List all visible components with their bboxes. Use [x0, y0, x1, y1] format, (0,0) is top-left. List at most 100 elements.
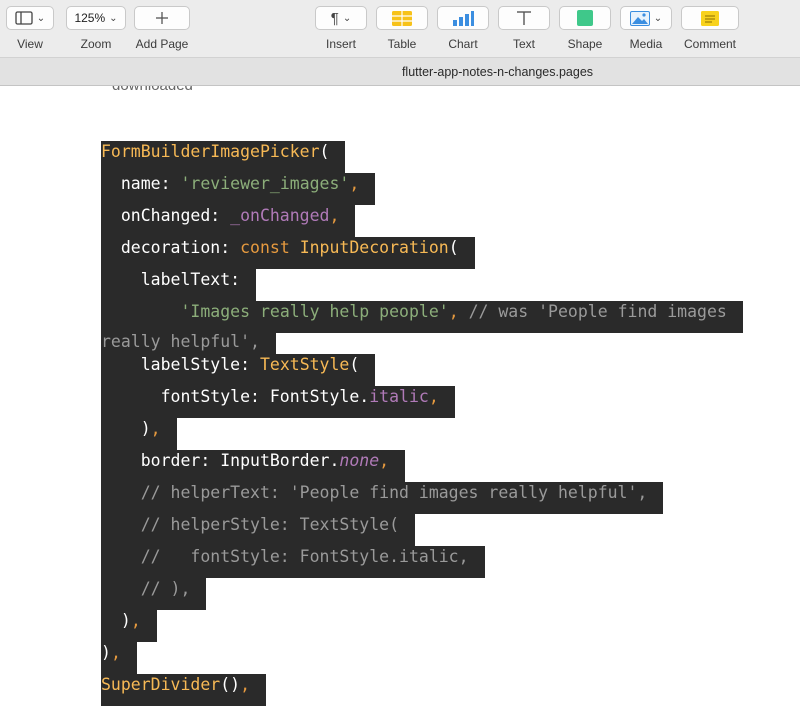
code-line: // ), [101, 578, 743, 610]
code-token: SuperDivider [101, 675, 221, 694]
comment-tool[interactable]: Comment [681, 6, 739, 51]
code-token: ( [319, 142, 330, 161]
code-token: italic [369, 387, 429, 406]
code-token: , [110, 643, 121, 662]
code-token: // was 'People find images [458, 302, 727, 321]
code-token: , [448, 302, 459, 321]
code-token: ) [101, 643, 111, 662]
text-icon [517, 11, 531, 25]
code-line: // helperStyle: TextStyle( [101, 514, 743, 546]
code-token: border: InputBorder. [101, 451, 340, 470]
code-line: labelStyle: TextStyle( [101, 354, 743, 386]
text-tool[interactable]: Text [498, 6, 550, 51]
shape-tool[interactable]: Shape [559, 6, 611, 51]
plus-icon [156, 12, 168, 24]
code-token: , [240, 675, 251, 694]
image-icon [629, 10, 650, 26]
media-button[interactable]: ⌄ [620, 6, 672, 30]
document-canvas[interactable]: downloaded FormBuilderImagePicker( name:… [0, 86, 800, 719]
insert-button[interactable]: ¶ ⌄ [315, 6, 367, 30]
code-token: , [150, 419, 161, 438]
comment-button[interactable] [681, 6, 739, 30]
shape-icon [577, 10, 593, 26]
code-token: ) [101, 419, 151, 438]
code-block[interactable]: FormBuilderImagePicker( name: 'reviewer_… [101, 141, 743, 706]
code-token: () [220, 675, 241, 694]
chevron-down-icon: ⌄ [342, 12, 352, 24]
code-token: labelStyle: [101, 355, 260, 374]
chart-tool[interactable]: Chart [437, 6, 489, 51]
shape-label: Shape [567, 37, 603, 51]
code-token: InputDecoration [299, 238, 449, 257]
comment-label: Comment [683, 37, 736, 51]
table-button[interactable] [376, 6, 428, 30]
code-line: name: 'reviewer_images', [101, 173, 743, 205]
code-token: decoration: [101, 238, 241, 257]
code-token: TextStyle [259, 355, 350, 374]
code-line: labelText: [101, 269, 743, 301]
code-token: labelText: [101, 270, 241, 289]
document-title: flutter-app-notes-n-changes.pages [401, 65, 594, 79]
view-label: View [17, 37, 43, 51]
code-line: SuperDivider(), [101, 674, 743, 706]
document-title-bar: flutter-app-notes-n-changes.pages [0, 57, 800, 86]
code-token: FormBuilderImagePicker [101, 142, 320, 161]
code-token: // helperText: 'People find images reall… [101, 483, 648, 502]
code-token: none [339, 451, 380, 470]
chevron-down-icon: ⌄ [653, 12, 663, 24]
zoom-button[interactable]: 125% ⌄ [66, 6, 126, 30]
text-label: Text [512, 37, 535, 51]
code-token: 'reviewer_images' [180, 174, 350, 193]
insert-label: Insert [325, 37, 356, 51]
code-line: fontStyle: FontStyle.italic, [101, 386, 743, 418]
zoom-value: 125% [74, 11, 106, 25]
media-menu[interactable]: ⌄ Media [620, 6, 672, 51]
chevron-down-icon: ⌄ [36, 12, 46, 24]
bar-chart-icon [453, 10, 474, 26]
code-token: , [329, 206, 340, 225]
code-token: // helperStyle: TextStyle( [101, 515, 400, 534]
chart-label: Chart [448, 37, 478, 51]
code-token: const [240, 238, 300, 257]
code-line: decoration: const InputDecoration( [101, 237, 743, 269]
table-tool[interactable]: Table [376, 6, 428, 51]
code-line: 'Images really help people', // was 'Peo… [101, 301, 743, 354]
code-line: ), [101, 642, 743, 674]
table-label: Table [387, 37, 417, 51]
code-token: ) [101, 611, 131, 630]
add-page[interactable]: Add Page [134, 6, 190, 51]
add-page-button[interactable] [134, 6, 190, 30]
text-button[interactable] [498, 6, 550, 30]
code-token: _onChanged [230, 206, 330, 225]
toolbar: ⌄ View 125% ⌄ Zoom Add Page ¶ ⌄ Insert T… [0, 0, 800, 57]
view-menu[interactable]: ⌄ View [6, 6, 54, 51]
code-line: ), [101, 418, 743, 450]
shape-button[interactable] [559, 6, 611, 30]
partial-text-line: downloaded [112, 86, 193, 94]
code-line: FormBuilderImagePicker( [101, 141, 743, 173]
insert-menu[interactable]: ¶ ⌄ Insert [315, 6, 367, 51]
code-token: really helpful', [101, 332, 260, 351]
code-token: , [428, 387, 439, 406]
code-token: ( [448, 238, 459, 257]
code-token: // fontStyle: FontStyle.italic, [101, 547, 469, 566]
code-line: ), [101, 610, 743, 642]
code-line: // helperText: 'People find images reall… [101, 482, 743, 514]
comment-note-icon [701, 10, 719, 26]
code-token: , [379, 451, 390, 470]
code-token: 'Images really help people' [180, 302, 449, 321]
chart-button[interactable] [437, 6, 489, 30]
code-line: border: InputBorder.none, [101, 450, 743, 482]
code-token: , [130, 611, 141, 630]
zoom-menu[interactable]: 125% ⌄ Zoom [66, 6, 126, 51]
code-token: , [349, 174, 360, 193]
chevron-down-icon: ⌄ [109, 12, 118, 24]
add-page-label: Add Page [135, 37, 189, 51]
code-line: // fontStyle: FontStyle.italic, [101, 546, 743, 578]
code-token: onChanged: [101, 206, 231, 225]
code-token: ( [349, 355, 360, 374]
sidebar-view-icon [15, 11, 33, 25]
code-token: fontStyle: FontStyle. [101, 387, 370, 406]
view-button[interactable]: ⌄ [6, 6, 54, 30]
